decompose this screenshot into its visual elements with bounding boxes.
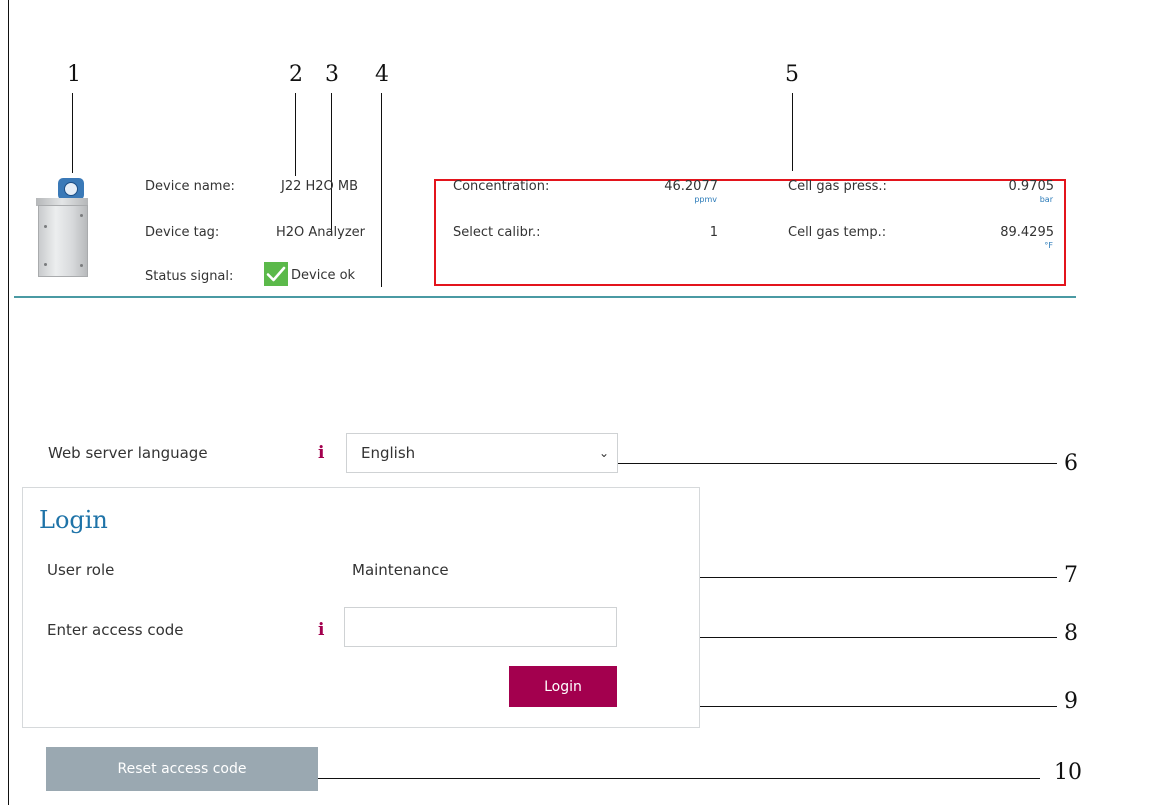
cabinet-hinge xyxy=(44,225,47,228)
cell-gas-temp-unit: °F xyxy=(1044,241,1053,250)
transmitter-display xyxy=(64,182,78,196)
device-name-value: J22 H2O MB xyxy=(281,179,359,194)
cabinet-latch xyxy=(80,264,83,267)
status-signal-value: Device ok xyxy=(291,268,356,283)
leader-line-4 xyxy=(381,93,382,287)
callout-7: 7 xyxy=(1064,563,1078,588)
access-code-input[interactable] xyxy=(344,607,617,647)
callout-10: 10 xyxy=(1054,760,1082,785)
checkmark-icon xyxy=(264,262,288,286)
callout-9: 9 xyxy=(1064,689,1078,714)
callout-2: 2 xyxy=(289,62,303,87)
header-divider xyxy=(14,296,1076,298)
status-signal-label: Status signal: xyxy=(145,269,234,284)
cabinet-hinge xyxy=(44,263,47,266)
callout-4: 4 xyxy=(375,62,389,87)
concentration-unit: ppmv xyxy=(694,195,717,204)
cell-gas-temp-value: 89.4295 xyxy=(1000,225,1054,240)
login-title: Login xyxy=(39,506,108,534)
leader-line-3 xyxy=(331,93,332,233)
leader-line-1 xyxy=(72,93,73,173)
device-name-label: Device name: xyxy=(145,179,235,194)
concentration-label: Concentration: xyxy=(453,179,550,194)
concentration-value: 46.2077 xyxy=(664,179,718,194)
left-border-line xyxy=(8,0,9,805)
device-tag-value: H2O Analyzer xyxy=(276,225,365,240)
language-select[interactable]: English ⌄ xyxy=(346,433,618,473)
user-role-value: Maintenance xyxy=(352,561,449,579)
cell-gas-press-value: 0.9705 xyxy=(1008,179,1055,194)
callout-5: 5 xyxy=(785,62,799,87)
reset-access-code-button[interactable]: Reset access code xyxy=(46,747,318,791)
access-code-info-icon[interactable]: i xyxy=(318,620,324,640)
callout-1: 1 xyxy=(67,62,81,87)
cell-gas-press-label: Cell gas press.: xyxy=(788,179,887,194)
language-select-value: English xyxy=(361,444,416,462)
cell-gas-temp-label: Cell gas temp.: xyxy=(788,225,887,240)
callout-6: 6 xyxy=(1064,451,1078,476)
leader-line-2 xyxy=(295,93,296,176)
select-calibr-value: 1 xyxy=(709,225,718,240)
callout-3: 3 xyxy=(325,62,339,87)
leader-line-6 xyxy=(598,463,1057,464)
chevron-down-icon: ⌄ xyxy=(598,446,609,460)
user-role-label: User role xyxy=(47,561,115,579)
access-code-label: Enter access code xyxy=(47,621,184,639)
cell-gas-press-unit: bar xyxy=(1039,195,1053,204)
cabinet-latch xyxy=(80,214,83,217)
login-button[interactable]: Login xyxy=(509,666,617,707)
select-calibr-label: Select calibr.: xyxy=(453,225,541,240)
leader-line-5 xyxy=(792,93,793,171)
language-info-icon[interactable]: i xyxy=(318,443,324,463)
callout-8: 8 xyxy=(1064,621,1078,646)
leader-line-10 xyxy=(306,778,1040,779)
device-tag-label: Device tag: xyxy=(145,225,220,240)
web-server-language-label: Web server language xyxy=(48,444,208,462)
